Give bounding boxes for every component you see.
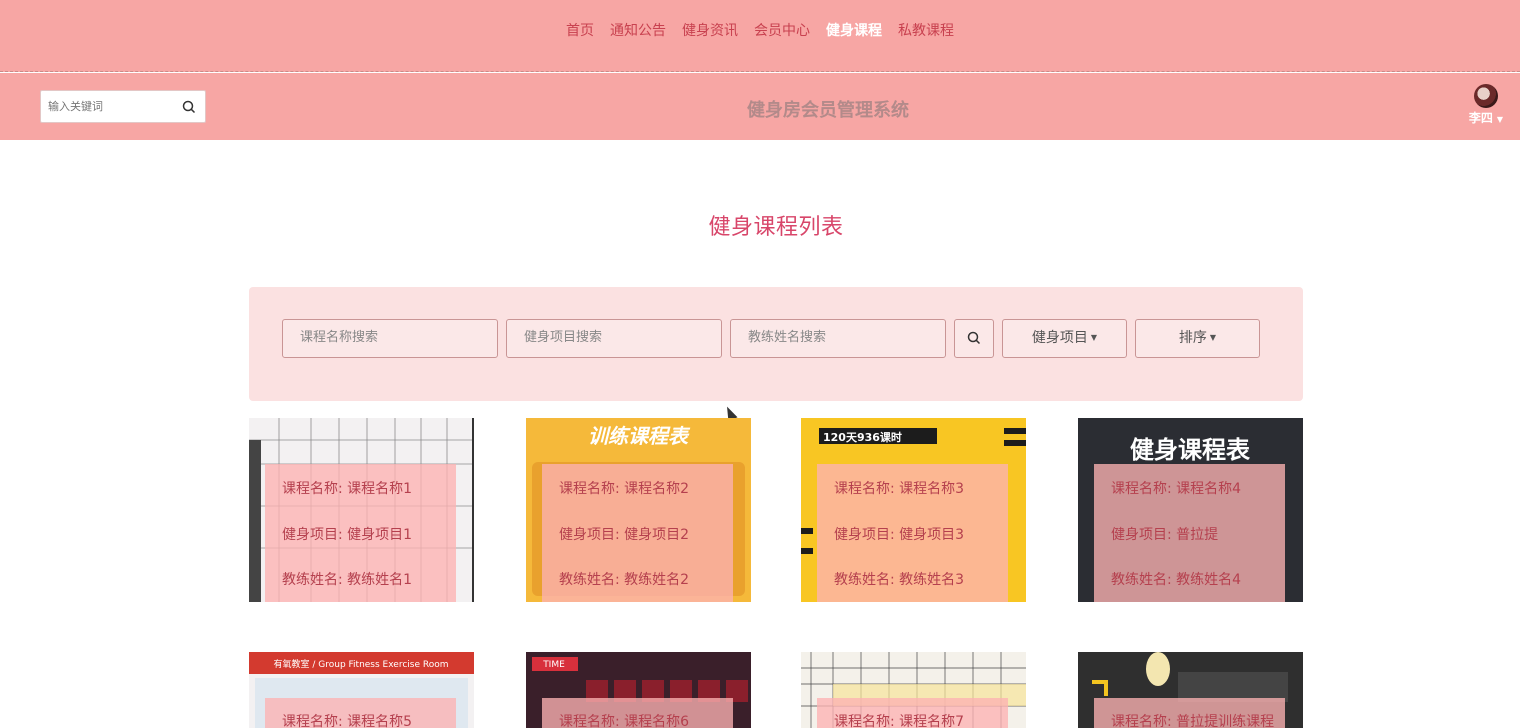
- nav-item-home[interactable]: 首页: [566, 20, 594, 40]
- course-image-title: 健身课程表: [1130, 436, 1251, 464]
- course-image-title: 120天936课时: [823, 430, 902, 444]
- course-name: 课程名称: 课程名称4: [1111, 481, 1242, 497]
- nav-item-private-course[interactable]: 私教课程: [898, 20, 954, 40]
- course-image-title: 有氧教室 / Group Fitness Exercise Room: [274, 658, 449, 670]
- course-coach: 教练姓名: 教练姓名3: [834, 572, 965, 588]
- nav-item-notice[interactable]: 通知公告: [610, 20, 666, 40]
- header-bar: 健身房会员管理系统 李四 ▼: [0, 73, 1520, 140]
- course-card[interactable]: 120天936课时 课程名称: 课程名称3 健身项目: 健身项目3 教练姓名: …: [801, 418, 1026, 602]
- user-menu[interactable]: 李四 ▼: [1466, 84, 1506, 126]
- course-image-title: TIME: [542, 660, 565, 670]
- project-dropdown[interactable]: 健身项目 ▼: [1002, 319, 1127, 358]
- caret-down-icon[interactable]: ▼: [1497, 115, 1503, 124]
- top-nav: 首页 通知公告 健身资讯 会员中心 健身课程 私教课程: [0, 0, 1520, 72]
- course-card[interactable]: 有氧教室 / Group Fitness Exercise Room 课程名称:…: [249, 652, 474, 728]
- sort-dropdown-label: 排序: [1178, 330, 1207, 346]
- course-card[interactable]: 课程名称: 普拉提训练课程: [1078, 652, 1303, 728]
- course-card[interactable]: 课程名称: 课程名称1 健身项目: 健身项目1 教练姓名: 教练姓名1: [249, 418, 474, 602]
- course-coach: 教练姓名: 教练姓名4: [1111, 572, 1242, 588]
- filter-panel: 课程名称搜索 健身项目搜索 教练姓名搜索 健身项目 ▼ 排序 ▼: [249, 287, 1303, 401]
- course-project: 健身项目: 普拉提: [1111, 527, 1219, 543]
- course-name: 课程名称: 课程名称3: [834, 481, 965, 497]
- course-image-title: 训练课程表: [588, 424, 691, 448]
- course-project: 健身项目: 健身项目3: [834, 527, 965, 543]
- course-card[interactable]: 课程名称: 课程名称7: [801, 652, 1026, 728]
- nav-item-news[interactable]: 健身资讯: [682, 20, 738, 40]
- course-name: 课程名称: 普拉提训练课程: [1111, 714, 1275, 728]
- course-card[interactable]: TIME 课程名称: 课程名称6: [526, 652, 751, 728]
- course-name: 课程名称: 课程名称7: [834, 714, 965, 728]
- project-dropdown-label: 健身项目: [1031, 330, 1088, 346]
- course-name: 课程名称: 课程名称6: [559, 714, 690, 728]
- site-title: 健身房会员管理系统: [747, 100, 909, 121]
- course-card[interactable]: 健身课程表 课程名称: 课程名称4 健身项目: 普拉提 教练姓名: 教练姓名4: [1078, 418, 1303, 602]
- nav-item-member-center[interactable]: 会员中心: [754, 20, 810, 40]
- nav-links: 首页 通知公告 健身资讯 会员中心 健身课程 私教课程: [0, 20, 1520, 40]
- course-name: 课程名称: 课程名称2: [559, 481, 690, 497]
- course-project: 健身项目: 健身项目1: [282, 527, 413, 543]
- search-button[interactable]: [954, 319, 994, 358]
- caret-down-icon: ▼: [1209, 333, 1217, 342]
- course-coach: 教练姓名: 教练姓名2: [559, 572, 690, 588]
- avatar[interactable]: [1474, 84, 1498, 108]
- sort-dropdown[interactable]: 排序 ▼: [1135, 319, 1260, 358]
- username[interactable]: 李四: [1469, 111, 1493, 125]
- project-search-input[interactable]: 健身项目搜索: [506, 319, 722, 358]
- course-coach: 教练姓名: 教练姓名1: [282, 572, 413, 588]
- nav-item-fitness-course[interactable]: 健身课程: [826, 20, 882, 40]
- search-icon: [967, 331, 981, 345]
- course-name: 课程名称: 课程名称1: [282, 481, 413, 497]
- caret-down-icon: ▼: [1090, 333, 1098, 342]
- course-card[interactable]: 训练课程表 课程名称: 课程名称2 健身项目: 健身项目2 教练姓名: 教练姓名…: [526, 418, 751, 602]
- course-project: 健身项目: 健身项目2: [559, 527, 690, 543]
- course-name-search-input[interactable]: 课程名称搜索: [282, 319, 498, 358]
- page-title: 健身课程列表: [0, 209, 1520, 253]
- course-name: 课程名称: 课程名称5: [282, 714, 413, 728]
- coach-search-input[interactable]: 教练姓名搜索: [730, 319, 946, 358]
